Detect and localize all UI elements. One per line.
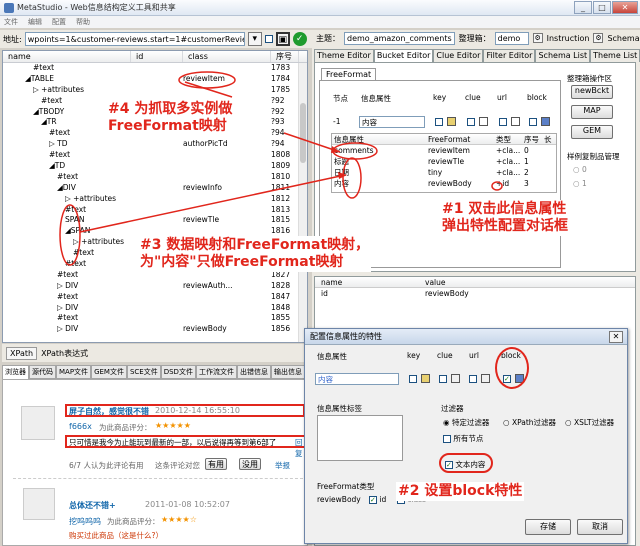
annotation-1: #1 双击此信息属性 弹出特性配置对话框 xyxy=(440,200,570,236)
annotation-3: #3 数据映射和FreeFormat映射， 为"内容"只做FreeFormat映射 xyxy=(138,236,372,272)
annotation-overlay xyxy=(59,71,503,266)
annotation-4: #4 为抓取多实例做 FreeFormat映射 xyxy=(106,100,235,136)
annotation-2: #2 设置block特性 xyxy=(396,482,525,501)
